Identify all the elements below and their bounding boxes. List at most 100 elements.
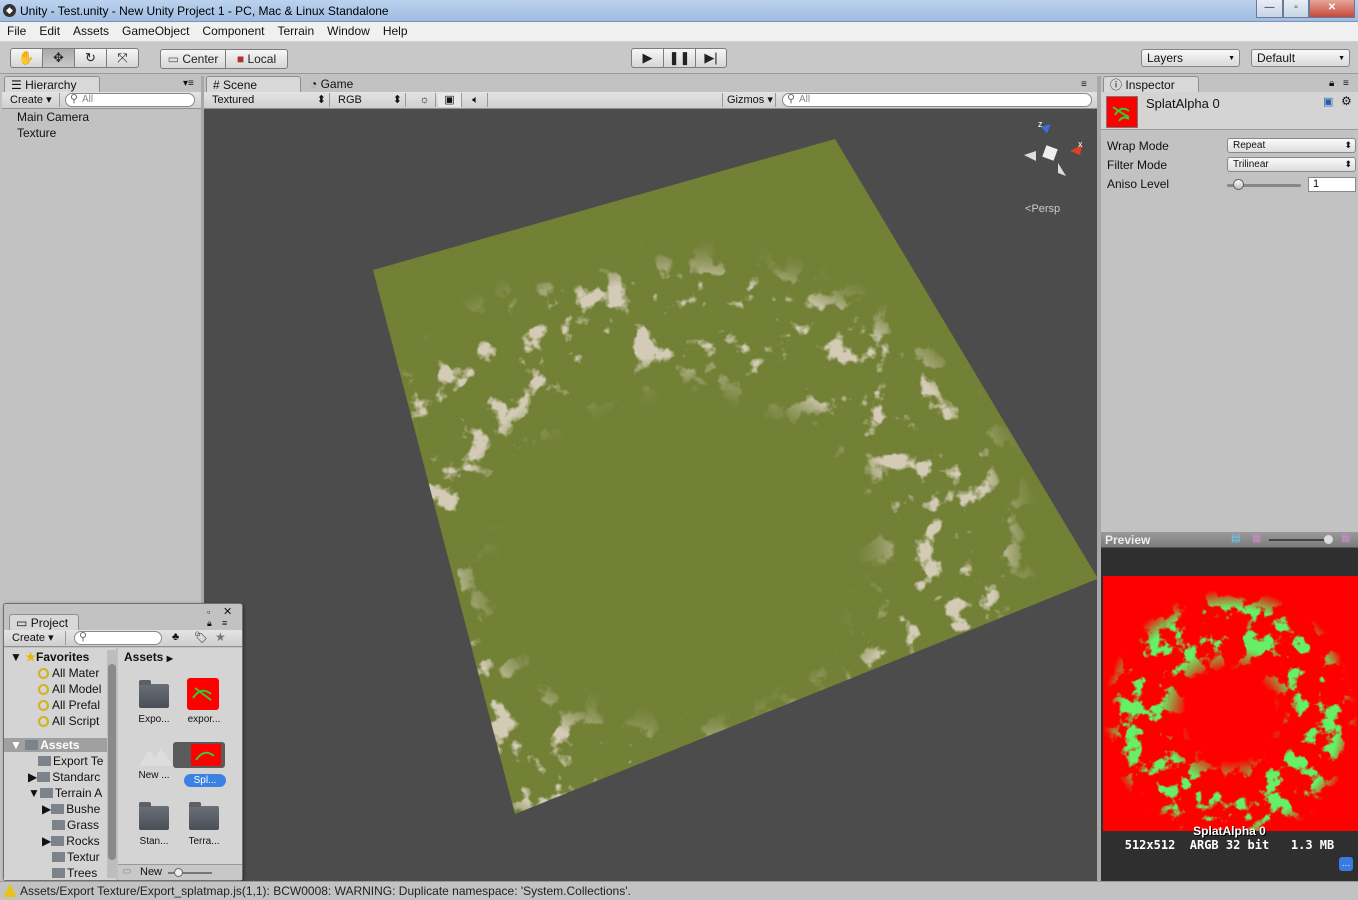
hierarchy-toolbar: Create ▾ All — [2, 92, 201, 109]
step-button[interactable]: ▶| — [695, 48, 727, 68]
pivot-center-button[interactable]: ▭ Center — [160, 49, 226, 69]
title-bar: ◆ Unity - Test.unity - New Unity Project… — [0, 0, 1358, 22]
hierarchy-create-dropdown[interactable]: Create ▾ — [6, 93, 60, 107]
tab-scene[interactable]: # Scene — [206, 76, 301, 93]
project-window: ▫ ✕ ▭ Project 🔒︎ ≡ Create ▾ ♣ 🏷︎ ★ ▼ ★Fa… — [3, 603, 243, 881]
rotate-tool-button[interactable]: ↻ — [74, 48, 107, 68]
tree-item[interactable]: All Prefal — [38, 698, 100, 712]
tab-project[interactable]: ▭ Project — [9, 614, 79, 631]
lighting-toggle[interactable]: ☼ — [414, 93, 436, 107]
menu-help[interactable]: Help — [376, 22, 414, 38]
tree-item[interactable]: ▶ Rocks — [42, 834, 100, 848]
scale-tool-button[interactable]: ⤧ — [106, 48, 139, 68]
layout-dropdown[interactable]: Default — [1251, 49, 1350, 67]
restore-icon[interactable]: ▫ — [207, 607, 210, 617]
folder-icon[interactable] — [139, 802, 169, 830]
tab-inspector[interactable]: ⓘ Inspector — [1103, 76, 1199, 93]
tree-scrollbar[interactable] — [107, 650, 117, 878]
breadcrumb[interactable]: Assets ▶ — [124, 650, 173, 664]
menu-gameobject[interactable]: GameObject — [115, 22, 195, 38]
tree-scrollbar-thumb[interactable] — [108, 664, 116, 860]
star-icon[interactable]: ★ — [215, 630, 226, 644]
tree-item[interactable]: ▶ Standarc — [28, 770, 100, 784]
filter-type-icon[interactable]: ♣ — [172, 631, 179, 643]
color-mode-dropdown[interactable]: RGB ⬍ — [334, 93, 406, 107]
zoom-slider-handle[interactable] — [174, 868, 183, 877]
pause-button[interactable]: ❚❚ — [663, 48, 696, 68]
scene-gizmo[interactable]: z x — [1018, 121, 1088, 191]
hierarchy-search-input[interactable]: All — [65, 93, 195, 107]
rgb-channel-icon[interactable]: ▤ — [1231, 533, 1240, 544]
move-tool-button[interactable]: ✥ — [42, 48, 75, 68]
tab-hierarchy[interactable]: ☰ Hierarchy — [4, 76, 100, 93]
folder-icon[interactable] — [139, 680, 169, 708]
close-button[interactable]: ✕ — [1309, 0, 1355, 18]
assets-tree-header[interactable]: ▼ Assets — [4, 738, 116, 752]
alpha-channel-icon[interactable]: ▦ — [1252, 533, 1261, 544]
panel-menu-icon[interactable]: ≡ — [222, 618, 227, 628]
terrain-asset-icon[interactable] — [139, 746, 173, 766]
favorite-label: All Script — [52, 714, 100, 728]
gear-icon[interactable]: ⚙ — [1341, 94, 1352, 108]
folder-icon — [52, 852, 65, 862]
label-tag-icon[interactable]: 🏷︎ — [194, 631, 208, 644]
close-icon[interactable]: ✕ — [223, 605, 232, 618]
menu-terrain[interactable]: Terrain — [270, 22, 320, 38]
selected-asset-label[interactable]: Spl... — [184, 774, 226, 787]
panel-menu-icon[interactable]: ≡ — [1081, 79, 1087, 90]
panel-menu-icon[interactable]: ▾≡ — [183, 78, 194, 89]
splat-texture-icon[interactable] — [187, 678, 219, 710]
hand-tool-button[interactable]: ✋ — [10, 48, 43, 68]
panel-menu-icon[interactable]: ≡ — [1343, 78, 1349, 89]
persp-label[interactable]: <Persp — [1025, 203, 1060, 215]
tree-item[interactable]: ▼ Terrain A — [28, 786, 102, 800]
chat-bubble-icon[interactable]: … — [1339, 857, 1353, 871]
play-icon: ▶ — [642, 50, 653, 65]
scene-viewport[interactable]: z x <Persp — [204, 109, 1097, 881]
tree-item[interactable]: Grass — [52, 818, 99, 832]
help-icon[interactable]: ▣ — [1323, 95, 1333, 108]
mip-slider-handle[interactable] — [1324, 535, 1333, 544]
tree-item[interactable]: All Mater — [38, 666, 99, 680]
hierarchy-item[interactable]: Main Camera — [17, 110, 89, 124]
menu-window[interactable]: Window — [320, 22, 376, 38]
aniso-level-input[interactable]: 1 — [1308, 177, 1356, 192]
aniso-slider-handle[interactable] — [1233, 179, 1244, 190]
main-toolbar: ✋ ✥ ↻ ⤧ ▭ Center ■ Local ▶ ❚❚ ▶| Layers … — [0, 42, 1358, 74]
filter-mode-dropdown[interactable]: Trilinear — [1227, 157, 1356, 172]
scene-search-input[interactable]: All — [782, 93, 1092, 107]
mip-slider-track[interactable] — [1269, 539, 1327, 541]
status-bar[interactable]: Assets/Export Texture/Export_splatmap.js… — [0, 881, 1358, 900]
tab-game[interactable]: ◔ Game — [304, 76, 399, 93]
menu-component[interactable]: Component — [195, 22, 270, 38]
menu-file[interactable]: File — [0, 22, 32, 38]
wrap-mode-dropdown[interactable]: Repeat — [1227, 138, 1356, 153]
project-create-dropdown[interactable]: Create ▾ — [8, 631, 66, 645]
gizmos-dropdown[interactable]: Gizmos ▾ — [722, 93, 776, 107]
lock-icon[interactable]: 🔒︎ — [207, 618, 212, 629]
tree-item[interactable]: Textur — [52, 850, 100, 864]
render-mode-dropdown[interactable]: Textured ⬍ — [208, 93, 330, 107]
pivot-local-button[interactable]: ■ Local — [225, 49, 288, 69]
image-effects-toggle[interactable]: ▣ — [438, 93, 462, 107]
mipmap-icon[interactable]: ▦ — [1341, 533, 1350, 544]
layers-dropdown[interactable]: Layers — [1141, 49, 1240, 67]
texture-thumbnail — [1106, 96, 1138, 128]
tree-item[interactable]: All Model — [38, 682, 101, 696]
menu-assets[interactable]: Assets — [66, 22, 115, 38]
tree-item[interactable]: Export Te — [38, 754, 103, 768]
hierarchy-item[interactable]: Texture — [17, 126, 56, 140]
maximize-button[interactable]: ▫ — [1283, 0, 1309, 18]
project-search-input[interactable] — [74, 631, 162, 645]
folder-icon[interactable] — [189, 802, 219, 830]
audio-toggle[interactable]: 🔈︎ — [464, 93, 488, 107]
minimize-button[interactable]: — — [1256, 0, 1283, 18]
favorites-header[interactable]: ▼ ★Favorites — [10, 650, 89, 664]
tree-item[interactable]: All Script — [38, 714, 99, 728]
tree-item[interactable]: Trees — [52, 866, 97, 880]
splat-texture-icon[interactable] — [191, 744, 221, 766]
lock-icon[interactable]: 🔒︎ — [1329, 78, 1334, 89]
menu-edit[interactable]: Edit — [32, 22, 66, 38]
play-button[interactable]: ▶ — [631, 48, 664, 68]
tree-item[interactable]: ▶ Bushe — [42, 802, 100, 816]
